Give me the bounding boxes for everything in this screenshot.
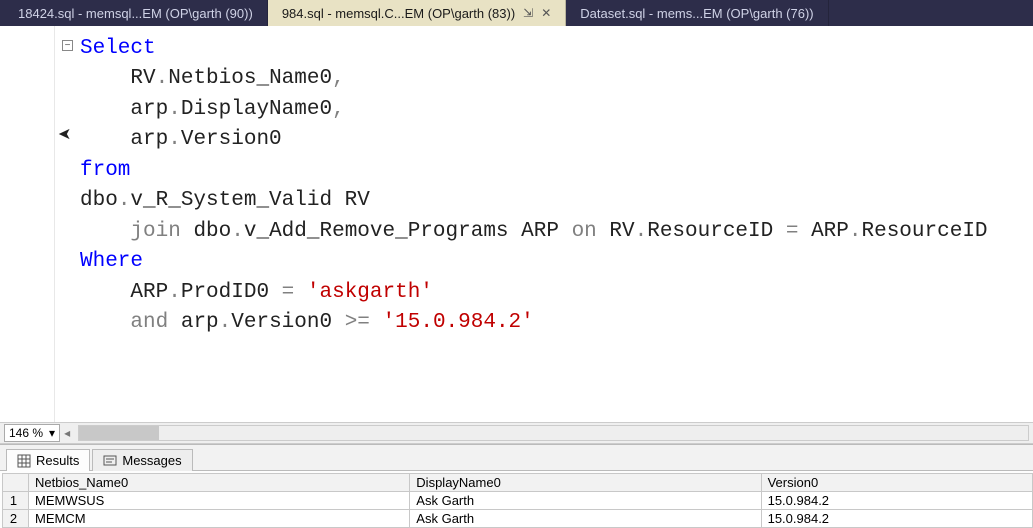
sql-code[interactable]: Select RV.Netbios_Name0, arp.DisplayName… [0,26,1033,346]
from-keyword: from [80,159,130,182]
tbl1-alias: RV [345,189,370,212]
col-header[interactable]: Netbios_Name0 [29,474,410,492]
col2-name: DisplayName0 [181,98,332,121]
result-tab-strip: Results Messages [0,445,1033,471]
tab-18424[interactable]: 18424.sql - memsql...EM (OP\garth (90)) [4,0,268,26]
sql-editor[interactable]: − ➤ Select RV.Netbios_Name0, arp.Display… [0,26,1033,422]
document-tab-strip: 18424.sql - memsql...EM (OP\garth (90)) … [0,0,1033,26]
col3-prefix: arp [130,128,168,151]
cell[interactable]: Ask Garth [410,510,761,528]
grid-header-row: Netbios_Name0 DisplayName0 Version0 [3,474,1033,492]
col1-name: Netbios_Name0 [168,67,332,90]
tab-label: Dataset.sql - mems...EM (OP\garth (76)) [580,6,813,21]
on-keyword: on [572,220,597,243]
tbl2-alias: ARP [521,220,559,243]
cursor-arrow-icon: ➤ [58,124,71,144]
col-header[interactable]: DisplayName0 [410,474,761,492]
tbl1-name: v_R_System_Valid [130,189,332,212]
and-keyword: and [130,311,168,334]
col1-prefix: RV [130,67,155,90]
scroll-left-icon[interactable]: ◂ [64,426,70,440]
cell[interactable]: MEMCM [29,510,410,528]
collapse-toggle[interactable]: − [62,40,73,51]
cell[interactable]: MEMWSUS [29,492,410,510]
cell[interactable]: Ask Garth [410,492,761,510]
corner-cell [3,474,29,492]
col-header[interactable]: Version0 [761,474,1032,492]
tab-messages[interactable]: Messages [92,449,192,471]
results-grid[interactable]: Netbios_Name0 DisplayName0 Version0 1 ME… [2,473,1033,528]
select-keyword: Select [80,37,156,60]
grid-icon [17,454,31,468]
tab-label: 18424.sql - memsql...EM (OP\garth (90)) [18,6,253,21]
where-keyword: Where [80,250,143,273]
tab-dataset[interactable]: Dataset.sql - mems...EM (OP\garth (76)) [566,0,828,26]
zoom-value: 146 % [9,426,43,440]
messages-tab-label: Messages [122,453,181,468]
tbl2-schema: dbo [193,220,231,243]
col3-name: Version0 [181,128,282,151]
row-number[interactable]: 1 [3,492,29,510]
results-pane: Results Messages Netbios_Name0 DisplayNa… [0,444,1033,528]
cell[interactable]: 15.0.984.2 [761,492,1032,510]
col2-prefix: arp [130,98,168,121]
tbl1-schema: dbo [80,189,118,212]
scrollbar-thumb[interactable] [79,426,159,440]
tab-984[interactable]: 984.sql - memsql.C...EM (OP\garth (83)) … [268,0,566,26]
horizontal-scrollbar[interactable] [78,425,1029,441]
messages-icon [103,454,117,468]
table-row[interactable]: 1 MEMWSUS Ask Garth 15.0.984.2 [3,492,1033,510]
prodid-literal: 'askgarth' [307,281,433,304]
tab-label: 984.sql - memsql.C...EM (OP\garth (83)) [282,6,515,21]
chevron-down-icon: ▾ [49,426,55,440]
table-row[interactable]: 2 MEMCM Ask Garth 15.0.984.2 [3,510,1033,528]
zoom-dropdown[interactable]: 146 % ▾ [4,424,60,442]
tbl2-name: v_Add_Remove_Programs [244,220,509,243]
join-keyword: join [130,220,180,243]
version-literal: '15.0.984.2' [383,311,534,334]
editor-status-bar: 146 % ▾ ◂ [0,422,1033,444]
cell[interactable]: 15.0.984.2 [761,510,1032,528]
outline-gutter [54,26,55,422]
row-number[interactable]: 2 [3,510,29,528]
pin-icon[interactable]: ⇲ [523,6,533,20]
close-icon[interactable]: ✕ [541,6,551,20]
tab-results[interactable]: Results [6,449,90,471]
results-tab-label: Results [36,453,79,468]
ssms-window: 18424.sql - memsql...EM (OP\garth (90)) … [0,0,1033,528]
